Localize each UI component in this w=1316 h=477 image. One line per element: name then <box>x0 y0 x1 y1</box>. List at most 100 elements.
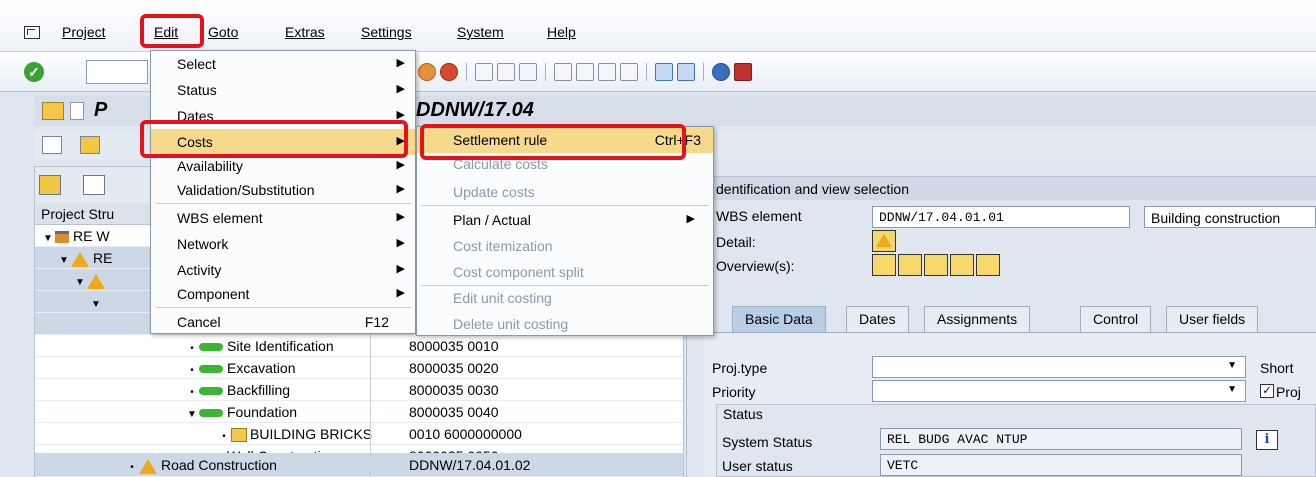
overview-milestone-icon[interactable] <box>924 254 948 276</box>
menu-item-cost-component-split[interactable]: Cost component split <box>417 259 713 285</box>
expand-arrow-icon[interactable]: ▼ <box>57 255 71 266</box>
expand-arrow-icon[interactable]: ▼ <box>41 233 55 244</box>
tree-row-label: RE W <box>73 228 110 244</box>
menu-item-availability[interactable]: Availability ▶ <box>151 155 415 177</box>
tree-row[interactable]: • BUILDING BRICKS 0010 6000000000 <box>35 423 683 445</box>
menu-item-settlement-rule[interactable]: Settlement rule Ctrl+F3 <box>417 127 713 153</box>
page-title: DDNW/17.04 <box>416 99 534 121</box>
expand-arrow-icon[interactable]: ▼ <box>89 299 103 310</box>
overview-structure-icon[interactable] <box>872 254 896 276</box>
tree-row-label: Road Construction <box>161 457 277 473</box>
menu-item-costs[interactable]: Costs ▶ <box>151 129 415 155</box>
layout-menu-icon[interactable] <box>734 63 752 81</box>
expand-arrow-icon[interactable]: ▼ <box>185 409 199 420</box>
menu-system[interactable]: System <box>457 24 504 40</box>
tab-control[interactable]: Control <box>1080 306 1152 332</box>
title-dropdown-icon[interactable] <box>70 102 84 120</box>
material-component-icon <box>231 428 247 443</box>
menu-item-cancel[interactable]: Cancel F12 <box>151 309 415 335</box>
window-menu-icon[interactable] <box>24 26 40 39</box>
shortcut-icon[interactable] <box>677 63 695 81</box>
menu-item-cost-itemization[interactable]: Cost itemization <box>417 233 713 259</box>
tree-row[interactable]: • Road Construction DDNW/17.04.01.02 <box>35 453 683 477</box>
detail-label: Detail: <box>716 234 756 250</box>
overview-activity-icon[interactable] <box>898 254 922 276</box>
tree-row-label: Excavation <box>227 360 296 376</box>
overview-list-icon[interactable] <box>976 254 1000 276</box>
status-header: Status <box>723 406 763 422</box>
command-field[interactable] <box>86 60 148 84</box>
detail-wbs-icon[interactable] <box>872 230 896 252</box>
proj-type-dropdown[interactable] <box>872 356 1246 378</box>
priority-dropdown[interactable] <box>872 380 1246 402</box>
tab-user-fields[interactable]: User fields <box>1166 306 1259 332</box>
next-page-icon[interactable] <box>598 63 616 81</box>
project-definition-icon <box>55 231 69 244</box>
info-icon[interactable]: i <box>1256 430 1278 450</box>
menu-edit[interactable]: Edit <box>154 24 178 40</box>
menu-item-component[interactable]: Component ▶ <box>151 281 415 307</box>
tree-row-label: BUILDING BRICKS <box>250 426 373 442</box>
menu-item-select[interactable]: Select ▶ <box>151 51 415 77</box>
project-builder-icon[interactable] <box>42 102 64 120</box>
menu-item-activity[interactable]: Activity ▶ <box>151 257 415 283</box>
exit-icon[interactable] <box>418 63 436 81</box>
expand-arrow-icon[interactable]: ▼ <box>73 277 87 288</box>
menu-goto[interactable]: Goto <box>208 24 238 40</box>
menu-item-validation[interactable]: Validation/Substitution ▶ <box>151 177 415 203</box>
proj-checkbox[interactable]: ✓ <box>1260 384 1274 398</box>
tree-header-label: Project Stru <box>41 206 115 222</box>
display-change-icon[interactable] <box>42 136 62 154</box>
cancel-icon[interactable] <box>440 63 458 81</box>
find-icon[interactable] <box>497 63 515 81</box>
tree-row[interactable]: • Excavation 8000035 0020 <box>35 357 683 379</box>
menu-project[interactable]: Project <box>62 24 106 40</box>
tab-basic-data[interactable]: Basic Data <box>732 306 826 332</box>
tab-dates[interactable]: Dates <box>846 306 909 332</box>
find-next-icon[interactable] <box>519 63 537 81</box>
first-page-icon[interactable] <box>554 63 572 81</box>
menu-extras[interactable]: Extras <box>285 24 325 40</box>
tree-row-label: Site Identification <box>227 338 334 354</box>
menu-item-update-costs[interactable]: Update costs <box>417 179 713 205</box>
help-icon[interactable] <box>712 63 730 81</box>
menu-item-wbs-element[interactable]: WBS element ▶ <box>151 205 415 231</box>
toolbar-separator <box>466 63 467 81</box>
toolbar-separator <box>646 63 647 81</box>
enter-check-icon[interactable]: ✓ <box>24 62 44 82</box>
open-folder-icon[interactable] <box>39 175 61 195</box>
wbs-element-field[interactable]: DDNW/17.04.01.01 <box>872 206 1130 228</box>
menu-separator <box>155 307 411 308</box>
wbs-description-field[interactable]: Building construction <box>1144 206 1316 228</box>
tree-row[interactable]: • Site Identification 8000035 0010 <box>35 335 683 357</box>
menu-help[interactable]: Help <box>547 24 576 40</box>
menu-item-delete-unit-costing[interactable]: Delete unit costing <box>417 311 713 337</box>
overview-document-icon[interactable] <box>950 254 974 276</box>
new-session-icon[interactable] <box>655 63 673 81</box>
menu-settings[interactable]: Settings <box>361 24 412 40</box>
wbs-element-label: WBS element <box>716 208 802 224</box>
proj-checkbox-label: Proj <box>1276 384 1301 400</box>
activity-icon <box>199 409 223 418</box>
tree-row[interactable]: ▼ Foundation 8000035 0040 <box>35 401 683 423</box>
new-document-icon[interactable] <box>83 175 105 195</box>
last-page-icon[interactable] <box>620 63 638 81</box>
previous-page-icon[interactable] <box>576 63 594 81</box>
tree-row-value: 8000035 0040 <box>409 404 499 420</box>
menu-item-dates[interactable]: Dates ▶ <box>151 103 415 129</box>
menu-item-plan-actual[interactable]: Plan / Actual ▶ <box>417 207 713 233</box>
menu-item-calculate-costs[interactable]: Calculate costs <box>417 153 713 175</box>
toolbar-icons <box>418 62 752 82</box>
menu-item-network[interactable]: Network ▶ <box>151 231 415 257</box>
print-icon[interactable] <box>475 63 493 81</box>
tree-row[interactable]: • Backfilling 8000035 0030 <box>35 379 683 401</box>
worklist-icon[interactable] <box>80 136 100 154</box>
tab-assignments[interactable]: Assignments <box>924 306 1031 332</box>
page-title-prefix: P <box>94 99 108 121</box>
menu-item-status[interactable]: Status ▶ <box>151 77 415 103</box>
menu-item-edit-unit-costing[interactable]: Edit unit costing <box>417 285 713 311</box>
user-status-field: VETC <box>880 454 1242 476</box>
identification-header-label: dentification and view selection <box>716 181 910 197</box>
tree-row-value: DDNW/17.04.01.02 <box>409 457 531 473</box>
short-id-label: Short <box>1260 360 1294 376</box>
